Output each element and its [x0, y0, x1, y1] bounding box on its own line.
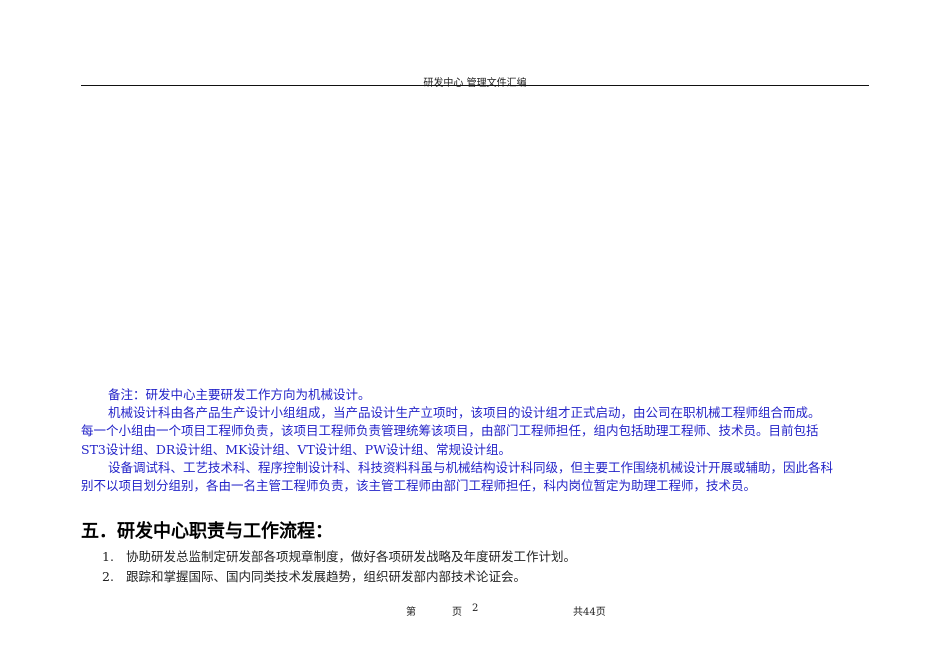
page-header-title: 研发中心 管理文件汇编	[423, 78, 527, 89]
note-paragraph-line: 机械设计科由各产品生产设计小组组成，当产品设计生产立项时，该项目的设计组才正式启…	[108, 405, 821, 420]
footer-page-number: 2	[472, 603, 479, 614]
note-paragraph-line: ST3设计组、DR设计组、MK设计组、VT设计组、PW设计组、常规设计组。	[81, 442, 512, 457]
section-heading: 五．研发中心职责与工作流程：	[81, 521, 333, 542]
footer-total-pages: 共44页	[573, 607, 606, 618]
note-line: 备注：研发中心主要研发工作方向为机械设计。	[108, 387, 371, 402]
list-item: 1. 协助研发总监制定研发部各项规章制度，做好各项研发战略及年度研发工作计划。	[102, 546, 576, 565]
list-text: 协助研发总监制定研发部各项规章制度，做好各项研发战略及年度研发工作计划。	[126, 549, 577, 564]
note-paragraph-line: 每一个小组由一个项目工程师负责，该项目工程师负责管理统筹该项目，由部门工程师担任…	[81, 423, 819, 438]
list-number: 2.	[102, 569, 114, 584]
header-rule	[81, 85, 869, 86]
note-paragraph-line: 别不以项目划分组别，各由一名主管工程师负责，该主管工程师由部门工程师担任，科内岗…	[81, 478, 757, 493]
note-paragraph-line: 设备调试科、工艺技术科、程序控制设计科、科技资料科虽与机械结构设计科同级，但主要…	[108, 460, 834, 475]
list-text: 跟踪和掌握国际、国内同类技术发展趋势，组织研发部内部技术论证会。	[126, 569, 527, 584]
list-item: 2. 跟踪和掌握国际、国内同类技术发展趋势，组织研发部内部技术论证会。	[102, 566, 526, 585]
list-number: 1.	[102, 549, 114, 564]
footer-page-label: 第	[406, 607, 416, 618]
footer-page-unit: 页	[452, 607, 462, 618]
